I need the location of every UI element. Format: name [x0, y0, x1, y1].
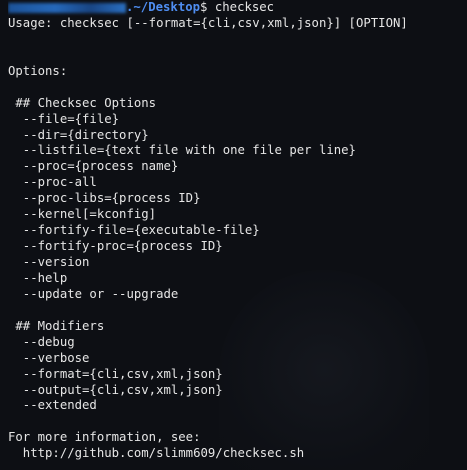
- modifier-line: --output={cli,csv,xml,json}: [8, 382, 223, 397]
- prompt-line: .~/Desktop$ checksec: [8, 0, 463, 16]
- option-line: --proc={process name}: [8, 159, 179, 174]
- option-line: --file={file}: [8, 111, 120, 126]
- modifiers-heading: ## Modifiers: [8, 318, 105, 333]
- modifier-line: --format={cli,csv,xml,json}: [8, 366, 223, 381]
- usage-line: Usage: checksec [--format={cli,csv,xml,j…: [8, 15, 408, 30]
- option-line: --update or --upgrade: [8, 286, 179, 301]
- option-line: --fortify-proc={process ID}: [8, 239, 223, 254]
- option-line: --fortify-file={executable-file}: [8, 223, 260, 238]
- checksec-options-heading: ## Checksec Options: [8, 95, 157, 110]
- modifier-line: --extended: [8, 398, 97, 413]
- option-line: --dir={directory}: [8, 127, 149, 142]
- more-info-text: For more information, see:: [8, 430, 201, 445]
- option-line: --proc-all: [8, 175, 97, 190]
- modifier-line: --debug: [8, 334, 75, 349]
- options-heading: Options:: [8, 63, 68, 78]
- prompt-path: .~/Desktop: [126, 0, 201, 14]
- modifier-line: --verbose: [8, 350, 90, 365]
- option-line: --version: [8, 255, 90, 269]
- redacted-username: [8, 2, 126, 13]
- option-line: --kernel[=kconfig]: [8, 207, 157, 222]
- command-text: checksec: [207, 0, 275, 14]
- terminal-output[interactable]: .~/Desktop$ checksec Usage: checksec [--…: [8, 0, 463, 462]
- option-line: --help: [8, 270, 68, 285]
- option-line: --listfile={text file with one file per …: [8, 143, 356, 158]
- option-line: --proc-libs={process ID}: [8, 191, 201, 206]
- github-url: http://github.com/slimm609/checksec.sh: [8, 446, 305, 461]
